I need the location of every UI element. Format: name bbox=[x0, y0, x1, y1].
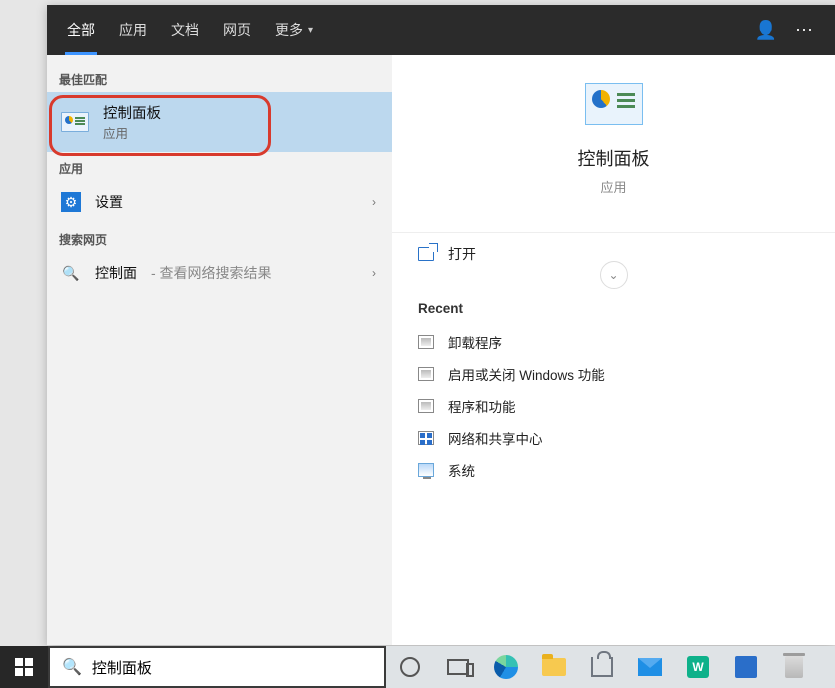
best-match-title: 控制面板 bbox=[103, 102, 161, 123]
tabs-bar: 全部 应用 文档 网页 更多 ▾ 👤 ⋯ bbox=[47, 5, 835, 55]
task-view-icon bbox=[447, 659, 469, 675]
store-icon bbox=[591, 657, 613, 677]
tab-web[interactable]: 网页 bbox=[211, 5, 263, 55]
tab-all[interactable]: 全部 bbox=[55, 5, 107, 55]
recent-item-label: 网络和共享中心 bbox=[448, 428, 543, 448]
taskbar-search-box[interactable]: 🔍 bbox=[48, 646, 386, 688]
tab-more[interactable]: 更多 ▾ bbox=[263, 5, 325, 55]
gear-icon: ⚙ bbox=[61, 192, 81, 212]
recent-item-label: 系统 bbox=[448, 460, 475, 480]
taskbar: 🔍 W bbox=[0, 646, 835, 688]
best-match-label: 最佳匹配 bbox=[47, 63, 392, 92]
search-results-panel: 全部 应用 文档 网页 更多 ▾ 👤 ⋯ 最佳匹配 控制面板 应用 应用 bbox=[47, 5, 835, 645]
feedback-icon[interactable]: 👤 bbox=[755, 20, 777, 41]
cortana-button[interactable] bbox=[386, 657, 434, 677]
chevron-down-icon: ▾ bbox=[308, 25, 313, 36]
taskbar-app-store[interactable] bbox=[578, 657, 626, 677]
mail-icon bbox=[638, 658, 662, 676]
network-icon bbox=[418, 431, 434, 445]
result-settings-label: 设置 bbox=[95, 192, 123, 212]
chevron-right-icon: › bbox=[372, 195, 376, 209]
search-icon: 🔍 bbox=[62, 657, 82, 677]
wps-icon: W bbox=[687, 656, 709, 678]
edge-icon bbox=[494, 655, 518, 679]
recent-item[interactable]: 系统 bbox=[418, 454, 809, 486]
system-icon bbox=[418, 463, 434, 477]
control-panel-large-icon bbox=[585, 83, 643, 125]
recent-item[interactable]: 网络和共享中心 bbox=[418, 422, 809, 454]
chevron-right-icon: › bbox=[372, 266, 376, 280]
web-query-label: 控制面 bbox=[95, 263, 137, 283]
app-icon bbox=[735, 656, 757, 678]
taskbar-app-explorer[interactable] bbox=[530, 658, 578, 676]
control-panel-icon bbox=[61, 112, 89, 132]
tab-more-label: 更多 bbox=[275, 20, 303, 40]
recent-item[interactable]: 启用或关闭 Windows 功能 bbox=[418, 358, 809, 390]
recent-item-label: 程序和功能 bbox=[448, 396, 516, 416]
best-match-item[interactable]: 控制面板 应用 bbox=[47, 92, 392, 152]
tab-apps[interactable]: 应用 bbox=[107, 5, 159, 55]
result-web-search[interactable]: 🔍 控制面 - 查看网络搜索结果 › bbox=[47, 252, 392, 294]
start-button[interactable] bbox=[0, 646, 48, 688]
more-options-icon[interactable]: ⋯ bbox=[795, 20, 813, 41]
expand-actions-button[interactable]: ⌄ bbox=[600, 261, 628, 289]
web-query-suffix: - 查看网络搜索结果 bbox=[151, 263, 272, 283]
results-left-column: 最佳匹配 控制面板 应用 应用 ⚙ 设置 › 搜索网页 🔍 控制面 - 查看网络… bbox=[47, 55, 392, 645]
recent-item[interactable]: 程序和功能 bbox=[418, 390, 809, 422]
web-section-label: 搜索网页 bbox=[47, 223, 392, 252]
preview-right-column: 控制面板 应用 打开 ⌄ Recent 卸载程序 启用或关闭 Windows 功… bbox=[392, 55, 835, 645]
taskbar-app-edge[interactable] bbox=[482, 655, 530, 679]
circle-icon bbox=[400, 657, 420, 677]
taskbar-app-wps[interactable]: W bbox=[674, 656, 722, 678]
preview-title: 控制面板 bbox=[578, 145, 650, 171]
taskbar-app-generic[interactable] bbox=[722, 656, 770, 678]
result-settings[interactable]: ⚙ 设置 › bbox=[47, 181, 392, 223]
windows-logo-icon bbox=[15, 658, 33, 676]
taskbar-app-recycle[interactable] bbox=[770, 656, 818, 678]
recent-item[interactable]: 卸载程序 bbox=[418, 326, 809, 358]
recent-item-label: 卸载程序 bbox=[448, 332, 502, 352]
recent-item-label: 启用或关闭 Windows 功能 bbox=[448, 364, 605, 384]
tab-docs[interactable]: 文档 bbox=[159, 5, 211, 55]
action-open-label: 打开 bbox=[448, 244, 476, 264]
taskbar-app-mail[interactable] bbox=[626, 658, 674, 676]
best-match-sub: 应用 bbox=[103, 123, 161, 142]
trash-icon bbox=[785, 656, 803, 678]
preview-sub: 应用 bbox=[600, 177, 626, 196]
apps-section-label: 应用 bbox=[47, 152, 392, 181]
program-icon bbox=[418, 335, 434, 349]
recent-title: Recent bbox=[418, 301, 809, 316]
open-icon bbox=[418, 247, 434, 261]
folder-icon bbox=[542, 658, 566, 676]
task-view-button[interactable] bbox=[434, 659, 482, 675]
program-icon bbox=[418, 399, 434, 413]
taskbar-search-input[interactable] bbox=[92, 659, 372, 676]
search-icon: 🔍 bbox=[61, 265, 81, 282]
program-icon bbox=[418, 367, 434, 381]
